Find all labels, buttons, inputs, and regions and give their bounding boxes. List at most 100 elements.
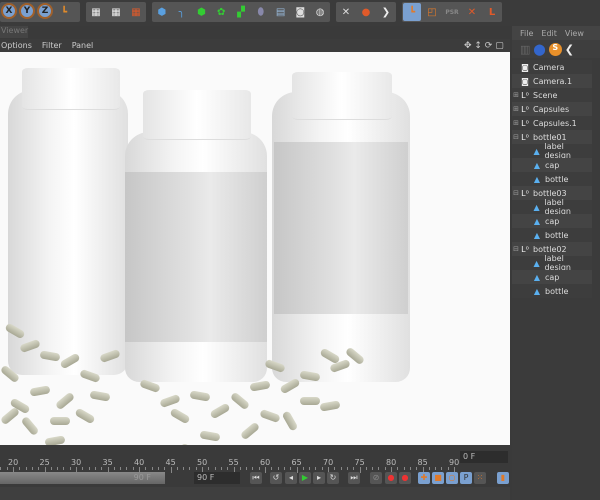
subdivision-surface-icon[interactable]: ⬢	[193, 3, 211, 21]
outliner-item[interactable]: ◙ Camera.1	[512, 74, 592, 88]
z-axis-lock-button[interactable]: Z	[37, 3, 53, 19]
expand-toggle[interactable]: ⊟	[512, 245, 520, 253]
deformer-icon[interactable]: ⬮	[252, 3, 270, 21]
timeline-tick	[302, 467, 304, 470]
outliner-item[interactable]: ▲ cap	[512, 270, 592, 284]
outliner-item-label: cap	[545, 160, 560, 170]
outliner-item[interactable]: ⊞ L⁰ Capsules	[512, 102, 592, 116]
back-arrow-icon[interactable]: ❮	[565, 43, 574, 56]
edit-render-settings-icon[interactable]: ▦	[127, 3, 145, 21]
record-point-level-icon[interactable]: ⁙	[474, 472, 486, 484]
view-navigation-icons[interactable]: ✥ ↕ ⟳ ▢	[464, 41, 504, 51]
play-icon[interactable]: ▶	[299, 472, 311, 484]
outliner-item[interactable]: ▲ bottle	[512, 228, 592, 242]
expand-toggle[interactable]: ⊟	[512, 189, 520, 197]
timeline-tick	[353, 467, 355, 470]
timeline-tick	[0, 467, 2, 470]
menu-panel[interactable]: Panel	[72, 41, 94, 50]
outliner-item[interactable]: ▲ label design	[512, 142, 592, 160]
timeline-tick	[94, 467, 96, 470]
record-parameter-icon[interactable]: P	[460, 472, 472, 484]
capsule	[0, 406, 21, 426]
null-object-icon: L⁰	[521, 132, 529, 142]
end-frame-field[interactable]: 90 F	[194, 472, 240, 484]
record-disabled-icon[interactable]: ⊘	[370, 472, 382, 484]
previous-frame-icon[interactable]: ◂	[285, 472, 297, 484]
record-active-objects-icon[interactable]: ●	[385, 472, 397, 484]
viewer-tab[interactable]: Viewer	[0, 26, 28, 38]
om-menu-edit[interactable]: Edit	[541, 29, 557, 38]
record-scale-icon[interactable]: ■	[432, 472, 444, 484]
capsule	[239, 421, 261, 441]
cube-icon[interactable]: ⬢	[153, 3, 171, 21]
camera-icon[interactable]: ◙	[291, 3, 309, 21]
cap-middle	[143, 90, 251, 140]
x-axis-lock-button[interactable]: X	[1, 3, 17, 19]
spline-pen-icon[interactable]: ╮	[173, 3, 191, 21]
go-to-start-icon[interactable]: ⏮	[250, 472, 262, 484]
timeline-tick	[346, 467, 348, 470]
render-view-icon[interactable]: ▦	[87, 3, 105, 21]
outliner-item[interactable]: ⊞ L⁰ Scene	[512, 88, 592, 102]
more-arrow-icon[interactable]: ❯	[377, 3, 395, 21]
trash-icon[interactable]: ▥	[520, 43, 530, 56]
polygon-object-icon: ▲	[533, 258, 540, 268]
capsule	[89, 390, 111, 402]
array-icon[interactable]: ✿	[212, 3, 230, 21]
go-to-end-icon[interactable]: ⏭	[348, 472, 360, 484]
expand-toggle[interactable]: ⊞	[512, 105, 520, 113]
workplane-mode-icon[interactable]: L	[483, 3, 501, 21]
outliner-item[interactable]: ▲ label design	[512, 198, 592, 216]
outliner-item-label: Capsules	[533, 104, 570, 114]
workplane-icon[interactable]: ●	[357, 3, 375, 21]
outliner-item-label: bottle	[545, 286, 569, 296]
render-picture-viewer-icon[interactable]: ▦	[107, 3, 125, 21]
outliner-item[interactable]: ▲ label design	[512, 254, 592, 272]
outliner-item[interactable]: ▲ bottle	[512, 172, 592, 186]
y-axis-lock-button[interactable]: Y	[19, 3, 35, 19]
outliner-item[interactable]: ⊞ L⁰ Capsules.1	[512, 116, 592, 130]
axis-mode-icon[interactable]: ✕	[463, 3, 481, 21]
outliner-item[interactable]: ◙ Camera	[512, 60, 592, 74]
om-menu-file[interactable]: File	[520, 29, 533, 38]
timeline-tick	[283, 467, 285, 470]
next-key-icon[interactable]: ↻	[327, 472, 339, 484]
timeline-tick	[132, 467, 134, 470]
model-mode-icon[interactable]: ┗	[403, 3, 421, 21]
scheme-icon[interactable]: ▮	[497, 472, 509, 484]
coordinate-system-icon[interactable]: ┗	[55, 3, 73, 21]
expand-toggle[interactable]: ⊟	[512, 133, 520, 141]
outliner-item[interactable]: ▲ bottle	[512, 284, 592, 298]
timeline-tick-label: 20	[8, 458, 19, 467]
polygon-object-icon: ▲	[533, 174, 541, 184]
outliner-item[interactable]: ▲ cap	[512, 158, 592, 172]
current-frame-field[interactable]: 0 F	[460, 451, 508, 463]
menu-options[interactable]: Options	[1, 41, 32, 50]
3d-viewport[interactable]	[0, 52, 510, 445]
texture-mode-icon[interactable]: ◰	[423, 3, 441, 21]
outliner-item-label: Camera.1	[533, 76, 573, 86]
snap-icon[interactable]: ✕	[337, 3, 355, 21]
mograph-cloner-icon[interactable]: ▞	[232, 3, 250, 21]
preview-range-slider[interactable]: 90 F	[0, 472, 165, 484]
floor-icon[interactable]: ▤	[272, 3, 290, 21]
snapshot-icon[interactable]: S	[548, 42, 562, 56]
om-menu-view[interactable]: View	[565, 29, 584, 38]
polygon-object-icon: ▲	[533, 146, 540, 156]
object-manager: File Edit View ▥ ⬤ S ❮ ◙ Camera ◙ Camera.1 ⊞…	[512, 26, 600, 500]
menu-filter[interactable]: Filter	[42, 41, 62, 50]
record-position-icon[interactable]: ✚	[418, 472, 430, 484]
expand-toggle[interactable]: ⊞	[512, 119, 520, 127]
next-frame-icon[interactable]: ▸	[313, 472, 325, 484]
outliner-item[interactable]: ▲ cap	[512, 214, 592, 228]
scene-objects-icon[interactable]: ⬤	[533, 43, 545, 56]
record-rotation-icon[interactable]: ○	[446, 472, 458, 484]
outliner-item-label: bottle	[545, 230, 569, 240]
psr-icon[interactable]: PSR	[443, 3, 461, 21]
light-icon[interactable]: ◍	[311, 3, 329, 21]
autokeying-icon[interactable]: ●	[399, 472, 411, 484]
previous-key-icon[interactable]: ↺	[270, 472, 282, 484]
timeline-tick	[378, 467, 380, 470]
null-object-icon: L⁰	[521, 104, 529, 114]
expand-toggle[interactable]: ⊞	[512, 91, 520, 99]
